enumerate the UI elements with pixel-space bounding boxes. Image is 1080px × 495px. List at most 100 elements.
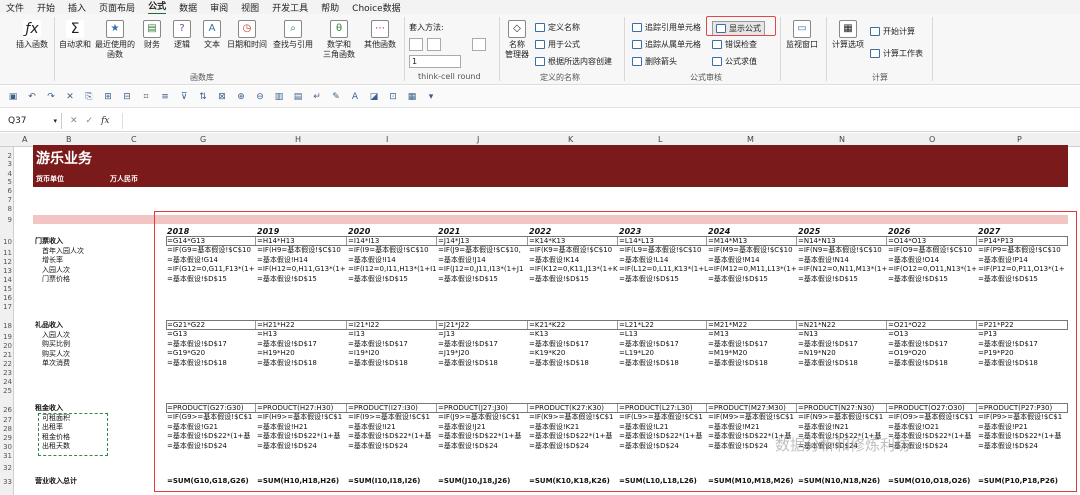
column-header-G[interactable]: G (200, 135, 206, 144)
autosum-button[interactable]: Σ 自动求和 (58, 20, 92, 50)
undo-icon[interactable]: ↶ (25, 91, 39, 103)
menu-7[interactable]: 视图 (241, 1, 259, 14)
use-in-formula-button[interactable]: 用于公式 (535, 39, 580, 50)
trace-dependents-button[interactable]: 追踪从属单元格 (632, 39, 701, 50)
save-icon[interactable]: ▣ (6, 91, 20, 103)
name-manager-button[interactable]: ◇ 名称 管理器 (502, 20, 532, 60)
row-header-29[interactable]: 29 (0, 434, 12, 442)
name-box[interactable]: Q37 ▾ (4, 112, 62, 129)
clear-format-icon[interactable]: ✕ (63, 91, 77, 103)
gift-item[interactable]: 单次消费 (42, 359, 152, 368)
row-header-4[interactable]: 4 (0, 170, 12, 178)
menu-5[interactable]: 数据 (179, 1, 197, 14)
create-from-selection-button[interactable]: 根据所选内容创建 (535, 56, 612, 67)
table-icon[interactable]: ▦ (405, 91, 419, 103)
menu-0[interactable]: 文件 (6, 1, 24, 14)
font-color-icon[interactable]: A (348, 91, 362, 103)
sort-icon[interactable]: ⇅ (196, 91, 210, 103)
fx-icon[interactable]: fx (101, 116, 109, 126)
column-header-H[interactable]: H (295, 135, 301, 144)
row-header-3[interactable]: 3 (0, 160, 12, 168)
insert-function-button[interactable]: ƒx 插入函数 (14, 20, 50, 50)
filter-icon[interactable]: ⊽ (177, 91, 191, 103)
row-header-15[interactable]: 15 (0, 285, 12, 293)
menu-2[interactable]: 插入 (68, 1, 86, 14)
row-header-17[interactable]: 17 (0, 303, 12, 311)
calc-sheet-button[interactable]: 计算工作表 (870, 48, 923, 59)
column-header-C[interactable]: C (131, 135, 137, 144)
trace-precedents-button[interactable]: 追踪引用单元格 (632, 22, 701, 33)
row-header-24[interactable]: 24 (0, 378, 12, 386)
menu-10[interactable]: Choice数据 (352, 1, 400, 14)
ticket-title[interactable]: 门票收入 (35, 237, 115, 246)
round-down-button[interactable] (409, 38, 423, 51)
rent-title[interactable]: 租金收入 (35, 404, 115, 413)
gift-title[interactable]: 礼品收入 (35, 321, 115, 330)
finance-button[interactable]: ▤ 财务 (140, 20, 164, 50)
watch-window-button[interactable]: ▭ 监视窗口 (784, 20, 820, 50)
ticket-item[interactable]: 门票价格 (42, 275, 152, 284)
recent-functions-button[interactable]: ★ 最近使用的 函数 (95, 20, 135, 60)
remove-arrows-button[interactable]: 删除箭头 (632, 56, 677, 67)
chart-icon[interactable]: ▥ (272, 91, 286, 103)
gift-item[interactable]: 购买人次 (42, 350, 152, 359)
paste-values-icon[interactable]: ⎘ (82, 91, 96, 103)
row-header-18[interactable]: 18 (0, 322, 12, 330)
gift-item[interactable]: 购买比例 (42, 340, 152, 349)
row-header-22[interactable]: 22 (0, 360, 12, 368)
fill-color-icon[interactable]: ◪ (367, 91, 381, 103)
cancel-icon[interactable]: ✕ (70, 116, 78, 126)
datetime-button[interactable]: ◷ 日期和时间 (226, 20, 268, 50)
round-up-button[interactable] (427, 38, 441, 51)
enter-icon[interactable]: ✓ (86, 116, 94, 126)
thinkcell-button[interactable] (472, 38, 486, 51)
delete-row-icon[interactable]: ⊖ (253, 91, 267, 103)
highlight-icon[interactable]: ✎ (329, 91, 343, 103)
column-header-N[interactable]: N (839, 135, 845, 144)
calc-options-button[interactable]: ▦ 计算选项 (830, 20, 866, 50)
math-button[interactable]: θ 数学和 三角函数 (320, 20, 358, 60)
insert-row-icon[interactable]: ⊕ (234, 91, 248, 103)
column-header-M[interactable]: M (747, 135, 754, 144)
freeze-icon[interactable]: ▤ (291, 91, 305, 103)
row-header-20[interactable]: 20 (0, 342, 12, 350)
row-header-12[interactable]: 12 (0, 258, 12, 266)
row-header-9[interactable]: 9 (0, 216, 12, 224)
row-header-33[interactable]: 33 (0, 478, 12, 486)
row-header-10[interactable]: 10 (0, 238, 12, 246)
row-header-21[interactable]: 21 (0, 351, 12, 359)
row-header-16[interactable]: 16 (0, 294, 12, 302)
zoom-icon[interactable]: ⊡ (386, 91, 400, 103)
menu-3[interactable]: 页面布局 (99, 1, 135, 14)
logic-button[interactable]: ? 逻辑 (170, 20, 194, 50)
ticket-item[interactable]: 增长率 (42, 256, 152, 265)
row-header-30[interactable]: 30 (0, 443, 12, 451)
row-header-8[interactable]: 8 (0, 205, 12, 213)
border-icon[interactable]: ⊞ (101, 91, 115, 103)
ticket-item[interactable]: 入园人次 (42, 266, 152, 275)
row-header-5[interactable]: 5 (0, 178, 12, 186)
text-button[interactable]: A 文本 (200, 20, 224, 50)
redo-icon[interactable]: ↷ (44, 91, 58, 103)
lookup-button[interactable]: ⌕ 查找与引用 (272, 20, 314, 50)
row-header-31[interactable]: 31 (0, 452, 12, 460)
camera-icon[interactable]: ⌗ (139, 91, 153, 103)
column-header-J[interactable]: J (477, 135, 479, 144)
menu-8[interactable]: 开发工具 (272, 1, 308, 14)
error-check-button[interactable]: 错误检查 (712, 39, 757, 50)
gift-item[interactable]: 入园人次 (42, 331, 152, 340)
row-header-26[interactable]: 26 (0, 406, 12, 414)
row-header-14[interactable]: 14 (0, 276, 12, 284)
customize-qat-icon[interactable]: ▾ (424, 91, 438, 103)
format-painter-icon[interactable]: ⊟ (120, 91, 134, 103)
calc-now-button[interactable]: 开始计算 (870, 26, 915, 37)
row-header-23[interactable]: 23 (0, 369, 12, 377)
row-header-11[interactable]: 11 (0, 249, 12, 257)
menu-4[interactable]: 公式 (148, 0, 167, 15)
define-name-button[interactable]: 定义名称 (535, 22, 580, 33)
menu-6[interactable]: 审阅 (210, 1, 228, 14)
column-header-A[interactable]: A (22, 135, 27, 144)
menu-1[interactable]: 开始 (37, 1, 55, 14)
menu-9[interactable]: 帮助 (321, 1, 339, 14)
row-header-19[interactable]: 19 (0, 333, 12, 341)
